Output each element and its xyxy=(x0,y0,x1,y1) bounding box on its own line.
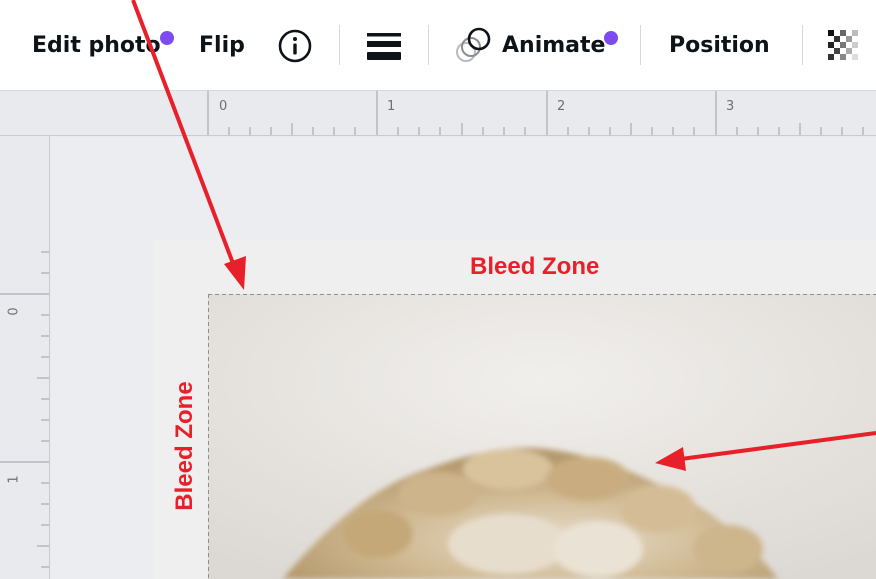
arrow-to-trim-line xyxy=(131,0,236,267)
annotation-arrows xyxy=(131,0,876,471)
arrow-to-photo xyxy=(680,431,876,461)
